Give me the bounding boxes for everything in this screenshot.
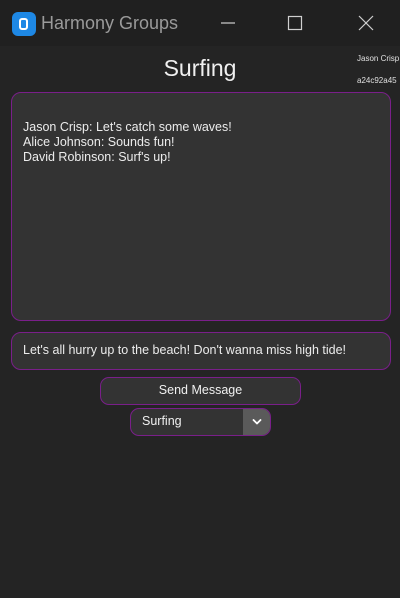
maximize-icon <box>287 15 303 31</box>
window-title: Harmony Groups <box>41 13 179 33</box>
title-bar: Harmony Groups <box>0 0 400 46</box>
group-select-value: Surfing <box>142 414 182 428</box>
minimize-button[interactable] <box>198 0 258 46</box>
chevron-down-icon[interactable] <box>243 409 270 435</box>
close-button[interactable] <box>336 0 396 46</box>
chat-message: Alice Johnson: Sounds fun! <box>23 135 175 149</box>
current-user-id: a24c92a45 <box>357 76 397 85</box>
group-title: Surfing <box>163 55 237 81</box>
close-icon <box>358 15 374 31</box>
app-logo-icon <box>12 12 36 36</box>
current-user-name: Jason Crisp <box>357 54 400 63</box>
chat-message: Jason Crisp: Let's catch some waves! <box>23 120 232 134</box>
group-select[interactable]: Surfing <box>130 408 271 436</box>
message-input[interactable]: Let's all hurry up to the beach! Don't w… <box>11 332 391 370</box>
maximize-button[interactable] <box>265 0 325 46</box>
minimize-icon <box>221 22 235 24</box>
chat-log[interactable]: Jason Crisp: Let's catch some waves! Ali… <box>11 92 391 321</box>
chat-message: David Robinson: Surf's up! <box>23 150 171 164</box>
send-message-button[interactable]: Send Message <box>100 377 301 405</box>
